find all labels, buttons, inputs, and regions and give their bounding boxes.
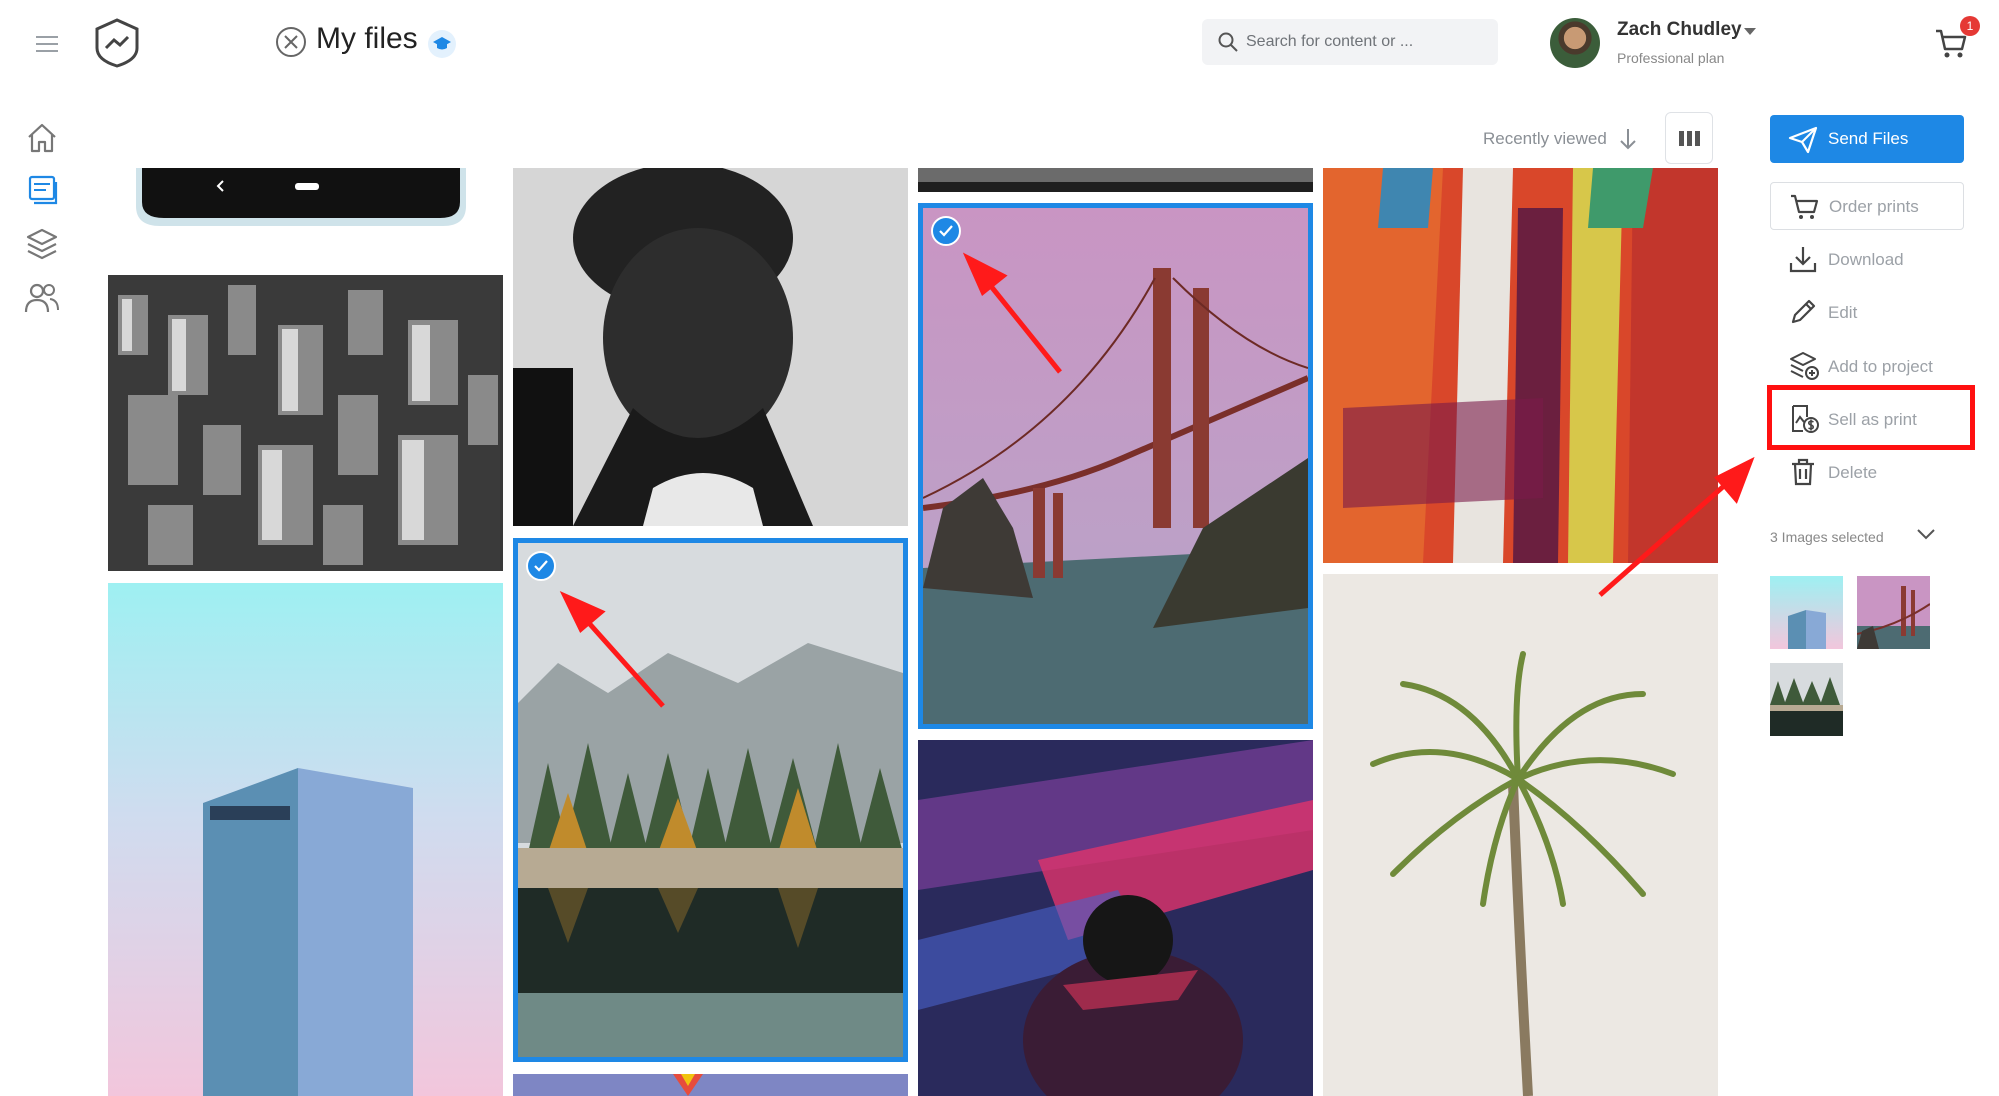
order-prints-button[interactable]: Order prints: [1770, 182, 1964, 230]
photo-palm-tree[interactable]: [1323, 574, 1718, 1096]
selected-thumbnail[interactable]: [1770, 663, 1843, 736]
photo-neon-portrait[interactable]: [918, 740, 1313, 1096]
selected-count: 3 Images selected: [1770, 529, 1884, 545]
app-window: My files Zach Chudley Professional plan …: [0, 0, 1999, 1096]
selected-thumbnail[interactable]: [1857, 576, 1930, 649]
chevron-down-icon[interactable]: [1744, 28, 1756, 35]
photo-top-dark[interactable]: [918, 168, 1313, 192]
search-icon: [1218, 32, 1238, 52]
photo-phone[interactable]: [108, 168, 503, 233]
photo-man-portrait-bw[interactable]: [513, 168, 908, 526]
top-bar: My files Zach Chudley Professional plan …: [0, 0, 1999, 86]
sort-arrow-icon[interactable]: [1617, 126, 1639, 152]
page-title: My files: [316, 22, 418, 55]
cart-icon: [1791, 194, 1819, 219]
selected-check-icon[interactable]: [931, 216, 961, 246]
send-icon: [1788, 126, 1818, 154]
search-box[interactable]: [1202, 19, 1498, 65]
pencil-icon: [1791, 299, 1816, 324]
add-to-project-label: Add to project: [1828, 357, 1933, 376]
avatar[interactable]: [1550, 18, 1600, 68]
menu-icon[interactable]: [28, 30, 66, 58]
order-prints-label: Order prints: [1829, 197, 1919, 216]
chevron-down-icon[interactable]: [1916, 527, 1936, 541]
cart-count-badge: 1: [1960, 16, 1980, 36]
photo-partial-bottom[interactable]: [513, 1074, 908, 1096]
app-logo-icon[interactable]: [94, 18, 140, 68]
library-icon[interactable]: [22, 170, 62, 210]
photo-glass-tower[interactable]: [108, 583, 503, 1096]
add-to-project-button[interactable]: Add to project: [1770, 343, 1964, 389]
delete-label: Delete: [1828, 463, 1878, 482]
photo-golden-gate[interactable]: [918, 203, 1313, 729]
user-name[interactable]: Zach Chudley: [1617, 19, 1742, 41]
download-icon: [1789, 247, 1817, 273]
grid-view-toggle[interactable]: [1665, 112, 1713, 164]
selected-thumbnail[interactable]: [1770, 576, 1843, 649]
delete-button[interactable]: Delete: [1770, 449, 1964, 495]
edit-button[interactable]: Edit: [1770, 290, 1964, 336]
add-layers-icon: [1790, 352, 1819, 380]
sort-dropdown[interactable]: Recently viewed: [1483, 129, 1607, 149]
users-icon[interactable]: [22, 278, 62, 318]
photo-city-aerial[interactable]: [108, 275, 503, 571]
annotation-highlight-box: [1767, 385, 1975, 450]
send-files-button[interactable]: Send Files: [1770, 115, 1964, 163]
search-input[interactable]: [1246, 19, 1486, 65]
layers-icon[interactable]: [22, 224, 62, 264]
download-button[interactable]: Download: [1770, 236, 1964, 282]
user-plan: Professional plan: [1617, 50, 1725, 66]
education-badge-icon: [428, 30, 456, 58]
home-icon[interactable]: [22, 118, 62, 158]
send-files-label: Send Files: [1828, 129, 1909, 148]
photo-forest-lake[interactable]: [513, 538, 908, 1062]
close-icon[interactable]: [276, 27, 306, 57]
trash-icon: [1792, 458, 1814, 486]
photo-abstract-paint[interactable]: [1323, 168, 1718, 563]
edit-label: Edit: [1828, 303, 1858, 322]
selected-check-icon[interactable]: [526, 551, 556, 581]
download-label: Download: [1828, 250, 1904, 269]
